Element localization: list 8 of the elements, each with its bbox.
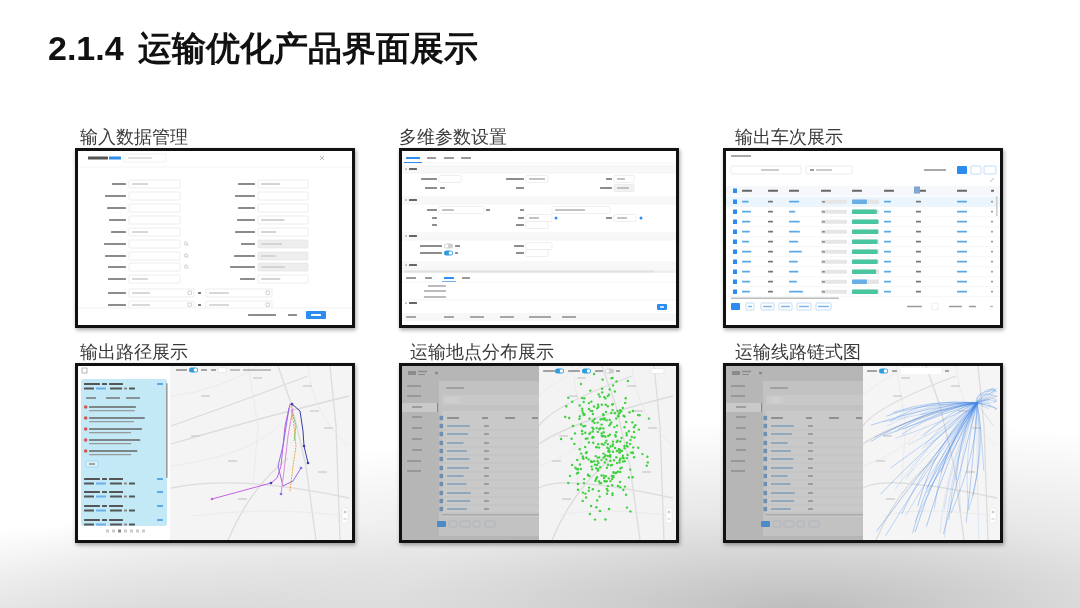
screenshot-caption: 运输线路链式图 xyxy=(735,342,861,362)
slide-title: 运输优化产品界面展示 xyxy=(137,29,478,67)
screenshot-caption: 多维参数设置 xyxy=(399,127,507,147)
screenshot-caption: 输出路径展示 xyxy=(80,342,188,362)
screenshot-caption: 输入数据管理 xyxy=(80,127,188,147)
screenshot-caption: 输出车次展示 xyxy=(735,127,843,147)
screenshot-caption: 运输地点分布展示 xyxy=(410,342,554,362)
section-number: 2.1.4 xyxy=(48,29,124,67)
